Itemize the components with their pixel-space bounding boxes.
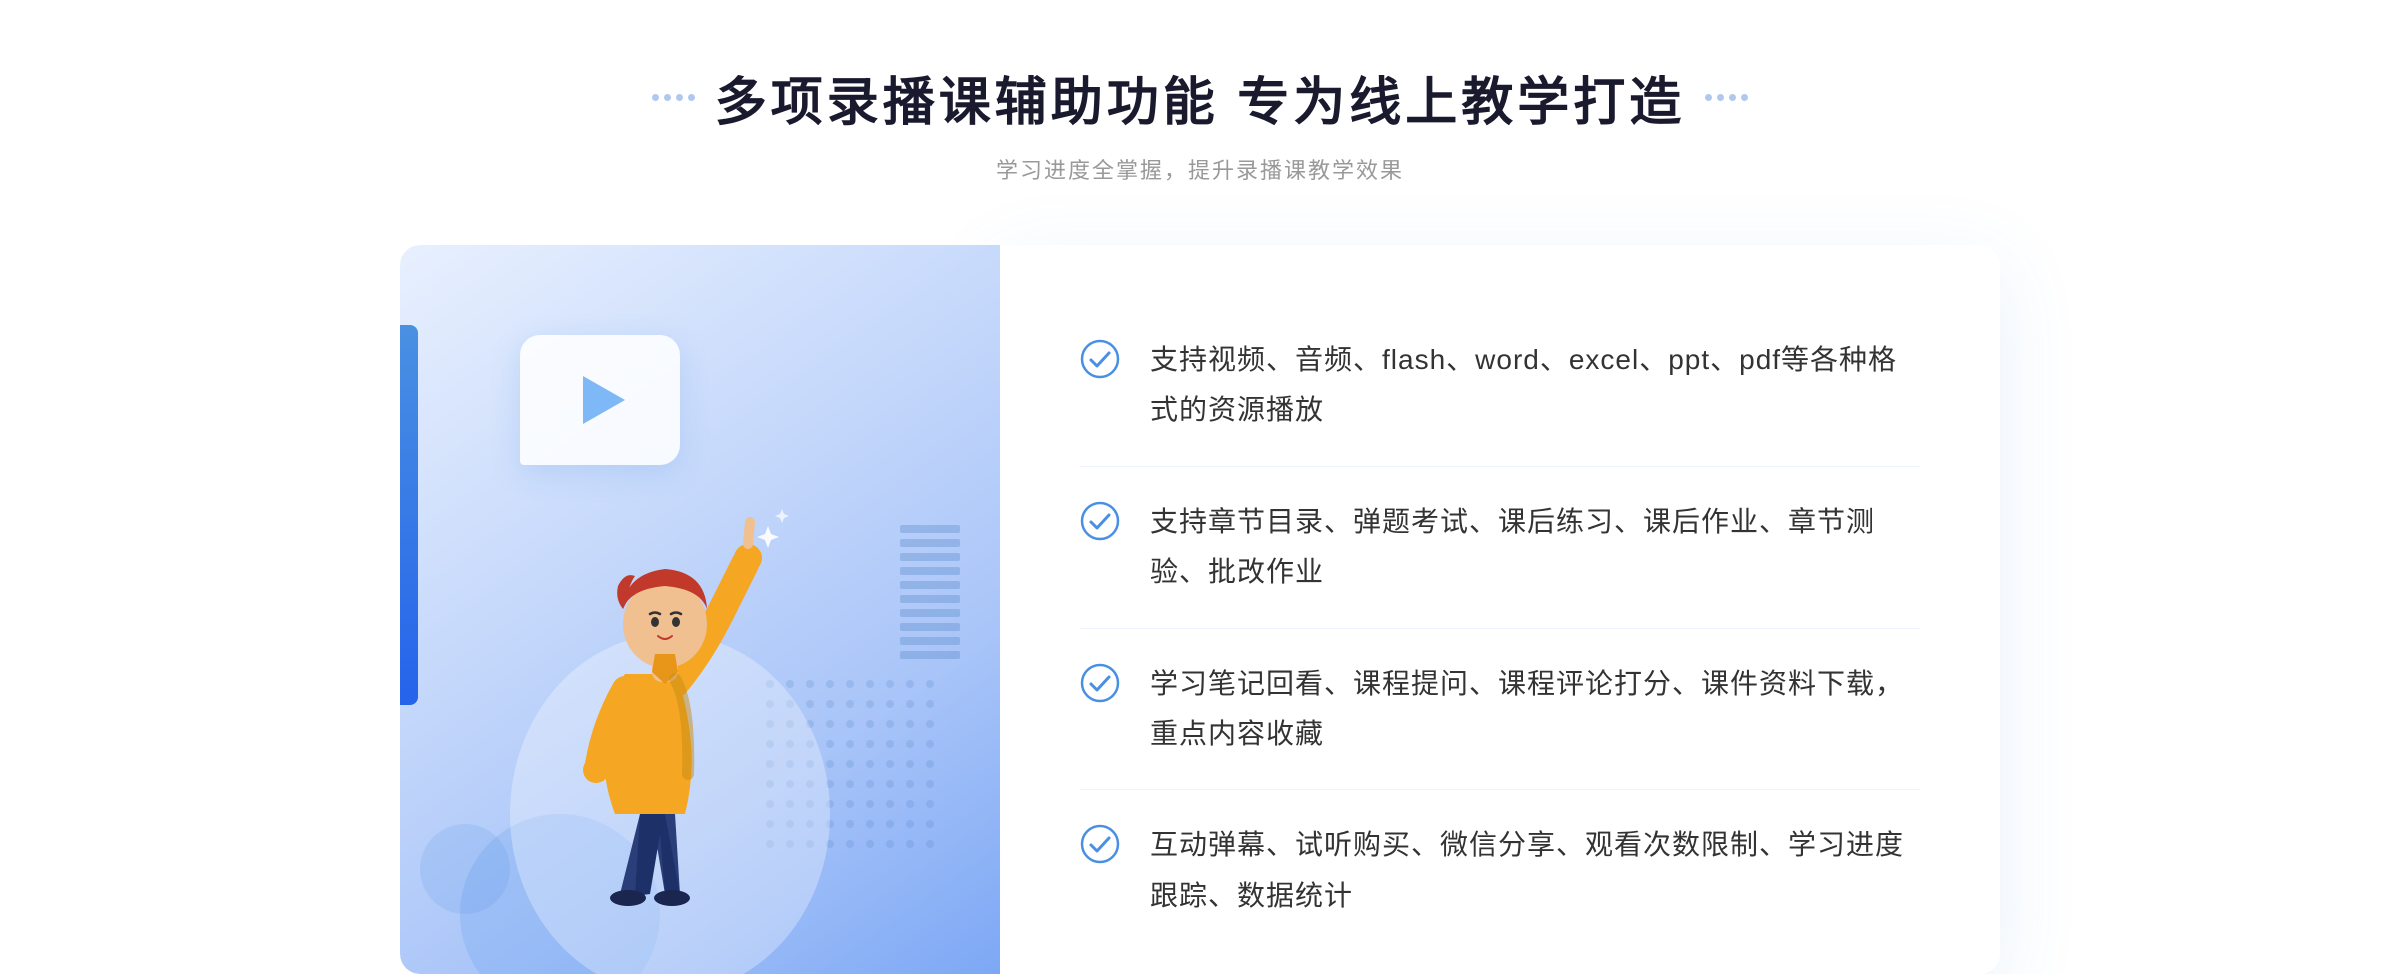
feature-text-4: 互动弹幕、试听购买、微信分享、观看次数限制、学习进度跟踪、数据统计 [1150,820,1920,921]
check-icon-1 [1080,339,1120,379]
illustration-panel [400,245,1000,974]
person-illustration [480,414,860,974]
main-title: 多项录播课辅助功能 专为线上教学打造 [715,60,1685,135]
feature-text-3: 学习笔记回看、课程提问、课程评论打分、课件资料下载，重点内容收藏 [1150,659,1920,760]
feature-text-1: 支持视频、音频、flash、word、excel、ppt、pdf等各种格式的资源… [1150,335,1920,436]
stripes-decoration [900,525,960,645]
feature-item-4: 互动弹幕、试听购买、微信分享、观看次数限制、学习进度跟踪、数据统计 [1080,790,1920,951]
check-icon-4 [1080,824,1120,864]
info-panel: 支持视频、音频、flash、word、excel、ppt、pdf等各种格式的资源… [1000,245,2000,974]
feature-item-2: 支持章节目录、弹题考试、课后练习、课后作业、章节测验、批改作业 [1080,467,1920,629]
check-icon-3 [1080,663,1120,703]
title-row: 多项录播课辅助功能 专为线上教学打造 [652,60,1748,135]
check-icon-2 [1080,501,1120,541]
content-area: » [400,245,2000,974]
feature-item-3: 学习笔记回看、课程提问、课程评论打分、课件资料下载，重点内容收藏 [1080,629,1920,791]
title-dots-left [652,94,695,101]
title-dots-right [1705,94,1748,101]
feature-text-2: 支持章节目录、弹题考试、课后练习、课后作业、章节测验、批改作业 [1150,497,1920,598]
page-wrapper: 多项录播课辅助功能 专为线上教学打造 学习进度全掌握，提升录播课教学效果 » [0,0,2400,974]
page-subtitle: 学习进度全掌握，提升录播课教学效果 [996,153,1404,185]
header-section: 多项录播课辅助功能 专为线上教学打造 学习进度全掌握，提升录播课教学效果 [652,60,1748,185]
accent-bar [400,325,418,705]
feature-item-1: 支持视频、音频、flash、word、excel、ppt、pdf等各种格式的资源… [1080,305,1920,467]
